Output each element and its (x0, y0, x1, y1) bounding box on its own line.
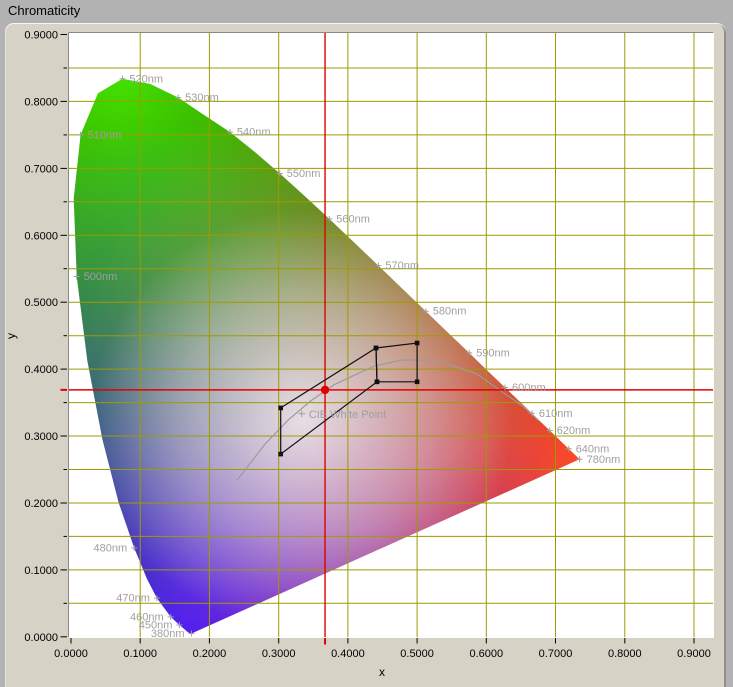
wavelength-label-570nm: 570nm (385, 260, 419, 272)
quadrangle-corner-dot (375, 380, 380, 385)
wavelength-label-520nm: 520nm (129, 73, 163, 85)
y-tick-label: 0.4000 (24, 364, 58, 376)
window-titlebar[interactable]: Chromaticity (0, 0, 733, 23)
wavelength-label-610nm: 610nm (539, 408, 573, 420)
quadrangle-corner-dot (415, 380, 420, 385)
chromaticity-window: { "window": { "title": "Chromaticity" },… (0, 0, 733, 687)
x-tick-label: 0.4000 (331, 648, 365, 660)
y-tick-label: 0.7000 (24, 163, 58, 175)
y-tick-label: 0.2000 (24, 498, 58, 510)
x-tick-label: 0.8000 (608, 648, 642, 660)
quadrangle-corner-dot (278, 406, 283, 411)
y-tick-label: 0.0000 (24, 632, 58, 644)
wavelength-label-470nm: 470nm (116, 593, 150, 605)
y-tick-label: 0.9000 (24, 30, 58, 42)
wavelength-label-580nm: 580nm (433, 306, 467, 318)
x-tick-label: 0.5000 (400, 648, 434, 660)
wavelength-label-540nm: 540nm (237, 127, 271, 139)
x-tick-label: 0.9000 (677, 648, 711, 660)
y-axis-title: y (4, 333, 18, 339)
x-axis-title: x (379, 665, 385, 679)
wavelength-label-780nm: 780nm (587, 454, 621, 466)
quadrangle-corner-dot (278, 452, 283, 457)
wavelength-label-530nm: 530nm (185, 92, 219, 104)
x-tick-label: 0.0000 (54, 648, 88, 660)
wavelength-label-510nm: 510nm (88, 129, 122, 141)
wavelength-label-550nm: 550nm (287, 168, 321, 180)
chromaticity-chart: 520nm 530nm 510nm 540nm 550nm 560nm 570nm 580nm… (0, 0, 733, 687)
quadrangle-corner-dot (415, 341, 420, 346)
wavelength-label-500nm: 500nm (84, 271, 118, 283)
x-tick-label: 0.2000 (193, 648, 227, 660)
y-tick-label: 0.1000 (24, 565, 58, 577)
measured-point-marker (321, 386, 329, 394)
window-title: Chromaticity (8, 3, 80, 18)
x-tick-label: 0.3000 (262, 648, 296, 660)
y-tick-label: 0.5000 (24, 297, 58, 309)
cie-white-point: CIE White Point (298, 409, 386, 421)
x-tick-label: 0.1000 (123, 648, 157, 660)
x-tick-label: 0.6000 (469, 648, 503, 660)
wavelength-label-600nm: 600nm (512, 382, 546, 394)
y-tick-label: 0.6000 (24, 230, 58, 242)
wavelength-label-560nm: 560nm (336, 213, 370, 225)
wavelength-label-620nm: 620nm (557, 425, 591, 437)
white-point-label: CIE White Point (309, 409, 387, 421)
wavelength-label-590nm: 590nm (476, 347, 510, 359)
quadrangle-corner-dot (374, 346, 379, 351)
x-tick-label: 0.7000 (539, 648, 573, 660)
y-tick-label: 0.3000 (24, 431, 58, 443)
wavelength-label-380nm: 380nm (151, 628, 185, 640)
wavelength-label-480nm: 480nm (94, 543, 128, 555)
y-tick-label: 0.8000 (24, 96, 58, 108)
